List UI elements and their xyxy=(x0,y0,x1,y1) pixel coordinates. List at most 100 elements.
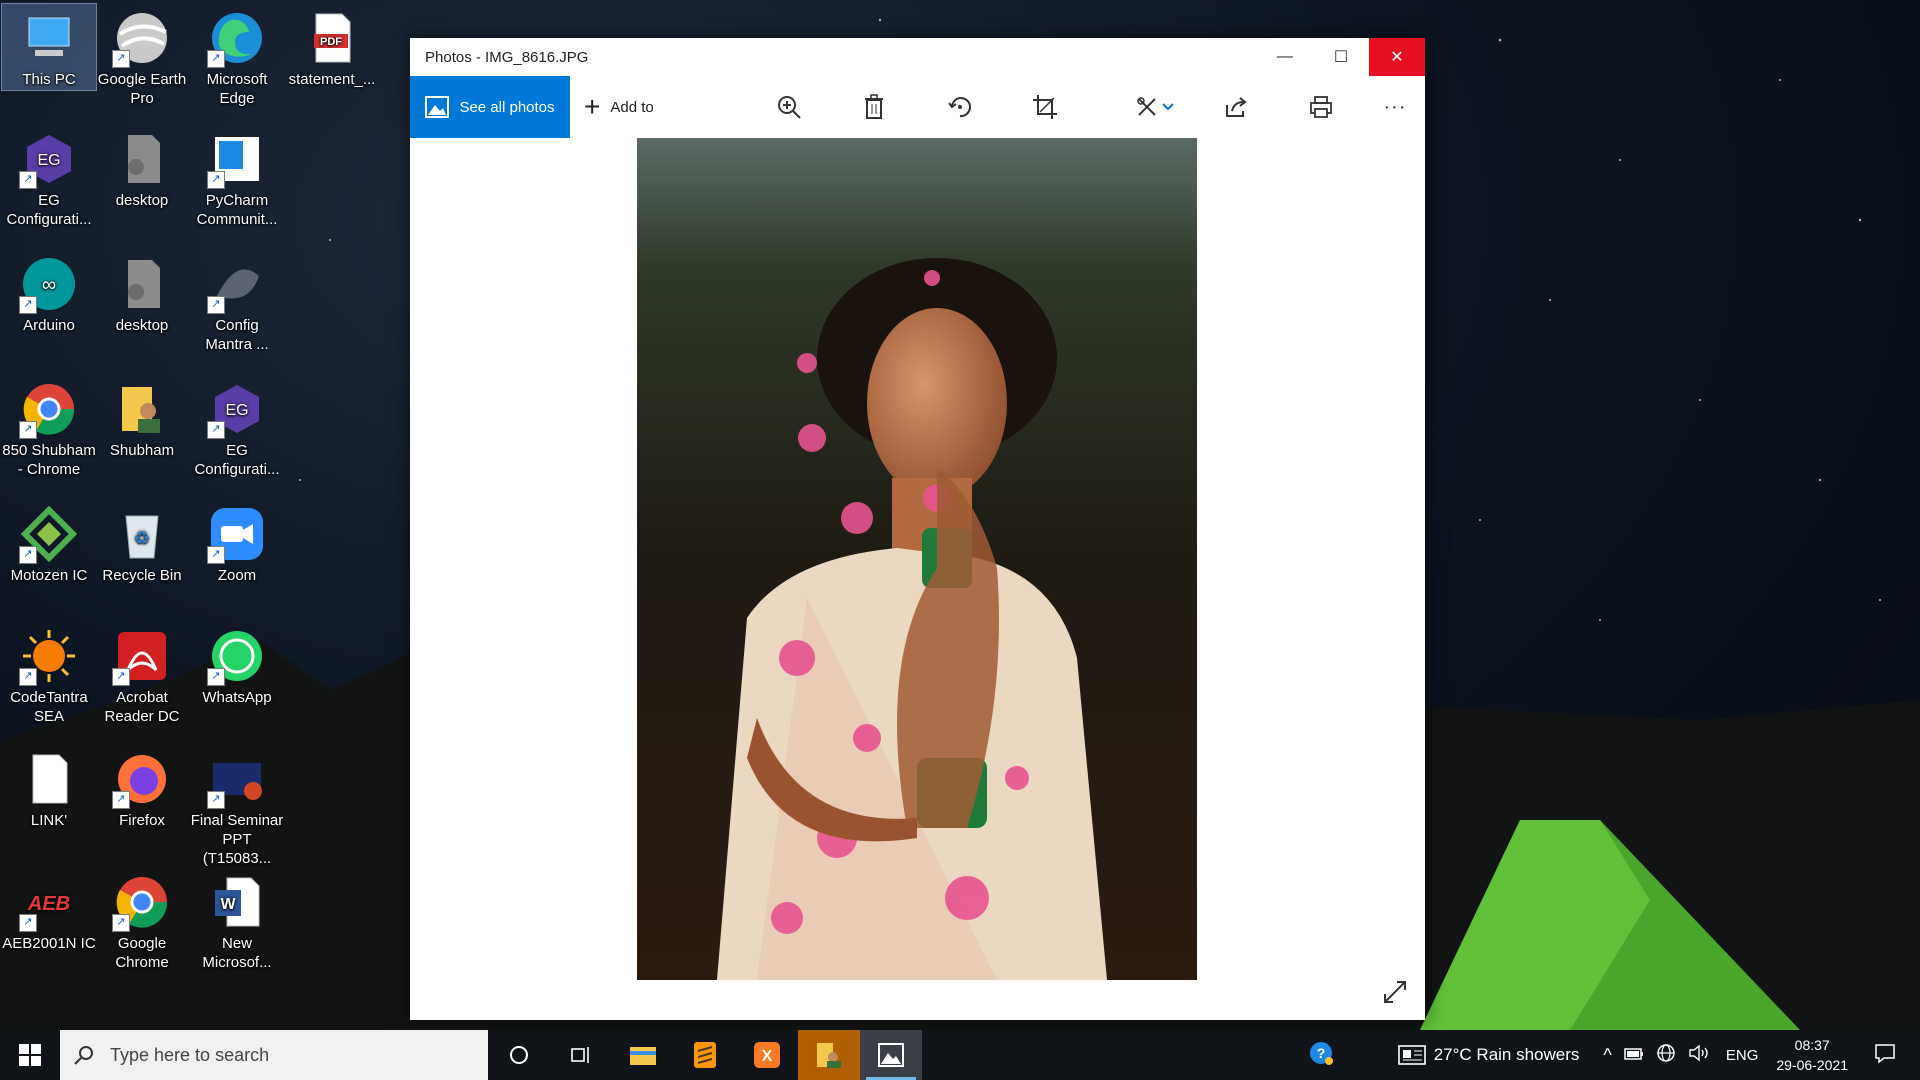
share-button[interactable] xyxy=(1219,90,1253,124)
computer-icon xyxy=(21,10,77,66)
more-options-button[interactable]: ··· xyxy=(1378,90,1412,124)
taskbar-xampp[interactable]: X xyxy=(736,1030,798,1080)
crop-icon xyxy=(1033,95,1057,119)
taskbar-shubham-folder[interactable] xyxy=(798,1030,860,1080)
zoom-button[interactable] xyxy=(772,90,806,124)
window-title: Photos - IMG_8616.JPG xyxy=(425,48,589,66)
windows-logo-icon xyxy=(19,1044,41,1066)
network-globe-icon[interactable] xyxy=(1650,1043,1682,1068)
taskbar: Type here to search X ? 27°C Rain shower… xyxy=(0,1030,1920,1080)
desktop-icon-recycle-bin[interactable]: ♻ Recycle Bin xyxy=(95,500,189,585)
close-icon: ✕ xyxy=(1390,49,1404,66)
desktop-ini-icon xyxy=(114,131,170,187)
desktop-icon-seminar-ppt[interactable]: ↗ Final Seminar PPT (T15083... xyxy=(190,745,284,868)
desktop-icon-desktop-2[interactable]: desktop xyxy=(95,250,189,335)
desktop-icon-shubham-chrome[interactable]: ↗ 850 Shubham - Chrome xyxy=(2,375,96,479)
start-button[interactable] xyxy=(0,1030,60,1080)
help-tray-icon[interactable]: ? xyxy=(1302,1040,1340,1071)
print-button[interactable] xyxy=(1304,90,1338,124)
taskbar-search-box[interactable]: Type here to search xyxy=(60,1030,488,1080)
desktop-icon-aeb2001n[interactable]: AEB ↗ AEB2001N IC xyxy=(2,868,96,953)
desktop-icon-google-earth[interactable]: ↗ Google Earth Pro xyxy=(95,4,189,108)
shortcut-arrow-icon: ↗ xyxy=(207,546,225,564)
desktop-icon-whatsapp[interactable]: ↗ WhatsApp xyxy=(190,622,284,707)
taskbar-sublime-text[interactable] xyxy=(674,1030,736,1080)
fullscreen-button[interactable] xyxy=(1381,978,1409,1006)
desktop-icon-link-file[interactable]: LINK' xyxy=(2,745,96,830)
volume-icon[interactable] xyxy=(1682,1043,1716,1068)
firefox-icon: ↗ xyxy=(112,751,170,809)
desktop-icon-shubham-folder[interactable]: Shubham xyxy=(95,375,189,460)
shortcut-arrow-icon: ↗ xyxy=(112,668,130,686)
desktop-icon-eg-config-2[interactable]: EG ↗ EG Configurati... xyxy=(190,375,284,479)
search-placeholder: Type here to search xyxy=(110,1044,270,1065)
maximize-button[interactable]: ☐ xyxy=(1313,38,1369,76)
shortcut-arrow-icon: ↗ xyxy=(207,668,225,686)
clock-date: 29-06-2021 xyxy=(1776,1057,1848,1073)
taskbar-file-explorer[interactable] xyxy=(612,1030,674,1080)
shortcut-arrow-icon: ↗ xyxy=(207,50,225,68)
crop-button[interactable] xyxy=(1028,90,1062,124)
desktop-icon-chrome[interactable]: ↗ Google Chrome xyxy=(95,868,189,972)
maximize-icon: ☐ xyxy=(1333,49,1349,66)
text-file-icon xyxy=(21,751,77,807)
acrobat-icon: ↗ xyxy=(112,628,170,686)
desktop-icon-word-doc[interactable]: W New Microsof... xyxy=(190,868,284,972)
cortana-icon xyxy=(510,1046,528,1064)
zoom-in-icon xyxy=(778,96,801,119)
chevron-up-icon[interactable]: ^ xyxy=(1585,1045,1617,1066)
title-bar[interactable]: Photos - IMG_8616.JPG — ☐ ✕ xyxy=(410,38,1425,76)
clock[interactable]: 08:37 29-06-2021 xyxy=(1764,1035,1860,1075)
expand-icon xyxy=(1384,981,1406,1003)
desktop-ini-icon xyxy=(114,256,170,312)
motozen-icon: ↗ xyxy=(19,505,78,564)
shortcut-arrow-icon: ↗ xyxy=(19,668,37,686)
desktop-icon-this-pc[interactable]: This PC xyxy=(1,3,97,91)
desktop-icon-arduino[interactable]: ∞ ↗ Arduino xyxy=(2,250,96,335)
chevron-down-icon xyxy=(1162,103,1174,111)
add-to-button[interactable]: + Add to xyxy=(584,93,654,121)
svg-text:AEB: AEB xyxy=(27,893,70,915)
notification-icon xyxy=(1875,1043,1895,1064)
desktop-icon-motozen[interactable]: ↗ Motozen IC xyxy=(2,500,96,585)
config-mantra-icon: ↗ xyxy=(207,256,265,314)
shortcut-arrow-icon: ↗ xyxy=(207,421,225,439)
desktop-icon-codetantra[interactable]: ↗ CodeTantra SEA xyxy=(2,622,96,726)
weather-widget[interactable]: 27°C Rain showers xyxy=(1392,1045,1586,1065)
more-icon: ··· xyxy=(1383,95,1407,118)
see-all-photos-button[interactable]: See all photos xyxy=(410,76,570,138)
desktop-icon-acrobat[interactable]: ↗ Acrobat Reader DC xyxy=(95,622,189,726)
cortana-button[interactable] xyxy=(488,1030,550,1080)
powerpoint-file-icon: ↗ xyxy=(207,751,265,809)
rotate-button[interactable] xyxy=(943,90,977,124)
file-explorer-icon xyxy=(630,1047,656,1065)
input-language[interactable]: ENG xyxy=(1716,1047,1765,1064)
desktop-icon-desktop-1[interactable]: desktop xyxy=(95,125,189,210)
aeb-icon: AEB ↗ xyxy=(19,874,77,932)
minimize-button[interactable]: — xyxy=(1257,38,1313,76)
trash-icon xyxy=(865,94,883,119)
edit-create-button[interactable] xyxy=(1130,90,1180,124)
desktop-icon-firefox[interactable]: ↗ Firefox xyxy=(95,745,189,830)
desktop-icon-config-mantra[interactable]: ↗ Config Mantra ... xyxy=(190,250,284,354)
notification-center-button[interactable] xyxy=(1860,1042,1920,1069)
desktop-icon-pycharm[interactable]: ↗ PyCharm Communit... xyxy=(190,125,284,229)
svg-text:W: W xyxy=(220,896,236,913)
taskbar-photos[interactable] xyxy=(860,1030,922,1080)
task-view-button[interactable] xyxy=(550,1030,612,1080)
battery-icon[interactable] xyxy=(1618,1045,1650,1065)
news-icon xyxy=(1397,1045,1426,1065)
shortcut-arrow-icon: ↗ xyxy=(19,914,37,932)
delete-button[interactable] xyxy=(857,90,891,124)
chrome-profile-icon: ↗ xyxy=(19,381,77,439)
photos-window: Photos - IMG_8616.JPG — ☐ ✕ See all phot… xyxy=(410,38,1425,1020)
clock-time: 08:37 xyxy=(1794,1037,1830,1053)
desktop-icon-zoom[interactable]: ↗ Zoom xyxy=(190,500,284,585)
search-icon xyxy=(74,1046,93,1065)
desktop-icon-statement-pdf[interactable]: PDF statement_... xyxy=(285,4,379,89)
close-button[interactable]: ✕ xyxy=(1369,38,1425,76)
shortcut-arrow-icon: ↗ xyxy=(207,171,225,189)
photo-image[interactable] xyxy=(637,138,1197,980)
desktop-icon-edge[interactable]: ↗ Microsoft Edge xyxy=(190,4,284,108)
desktop-icon-eg-config[interactable]: EG ↗ EG Configurati... xyxy=(2,125,96,229)
